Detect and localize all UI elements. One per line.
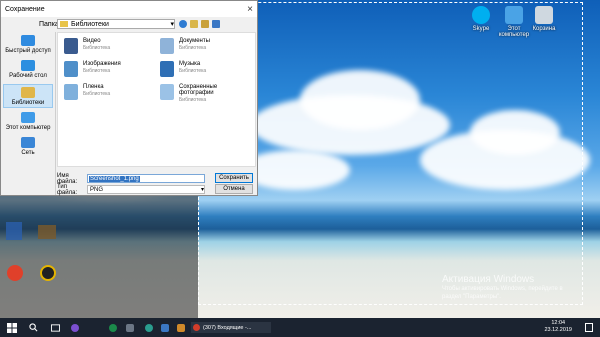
places-sidebar: Быстрый доступ Рабочий стол Библиотеки Э… [1, 32, 56, 195]
taskbar-clock[interactable]: 12:04 23.12.2019 [544, 320, 572, 334]
library-video[interactable]: Видео Библиотека [64, 38, 154, 58]
place-network[interactable]: Сеть [3, 137, 53, 156]
documents-library-icon [160, 38, 174, 54]
recycle-bin-icon [535, 6, 553, 24]
taskbar-task-inbox[interactable]: (307) Входящие -... [191, 322, 271, 333]
archive-icon[interactable] [38, 225, 56, 239]
filename-row: Имя файла: Screenshot_1.png [57, 173, 205, 185]
search-icon[interactable] [28, 322, 38, 333]
app-icon-gray[interactable] [125, 322, 135, 333]
path-value: Библиотеки [71, 20, 109, 28]
save-dialog: Сохранение × Папка: Библиотеки ▾ Быстрый… [0, 0, 258, 196]
filetype-label: Тип файла: [57, 183, 78, 196]
dialog-title: Сохранение [5, 5, 45, 13]
library-music[interactable]: Музыка Библиотека [160, 61, 250, 81]
view-menu-icon[interactable] [212, 20, 220, 28]
file-list: Видео Библиотека Документы Библиотека Изоб… [57, 32, 256, 167]
windows-start-icon[interactable] [6, 322, 18, 333]
music-library-icon [160, 61, 174, 77]
dialog-titlebar[interactable]: Сохранение × [1, 1, 257, 17]
filename-input[interactable]: Screenshot_1.png [87, 174, 205, 183]
pictures-library-icon [64, 61, 78, 77]
place-quick-access[interactable]: Быстрый доступ [3, 35, 53, 54]
skype-icon [472, 6, 490, 24]
path-dropdown[interactable]: Библиотеки ▾ [57, 19, 175, 29]
saved-pictures-library-icon [160, 84, 174, 100]
app-icon-yellow[interactable] [40, 265, 56, 281]
app-icon-red[interactable] [7, 265, 23, 281]
app-icon-orange[interactable] [176, 322, 186, 333]
new-folder-icon[interactable] [201, 20, 209, 28]
video-library-icon [64, 38, 78, 54]
network-icon [21, 137, 35, 148]
place-this-pc[interactable]: Этот компьютер [3, 112, 53, 131]
save-button[interactable]: Сохранить [215, 173, 253, 183]
app-icon-purple[interactable] [70, 322, 80, 333]
camera-roll-library-icon [64, 84, 78, 100]
library-camera-roll[interactable]: Пленка Библиотека [64, 84, 154, 104]
app-icon-green[interactable] [108, 322, 118, 333]
windows-activation-watermark: Активация Windows Чтобы активировать Win… [442, 274, 563, 300]
filetype-value: PNG [90, 186, 104, 193]
folder-icon [60, 21, 68, 27]
app-icon-blue[interactable] [160, 322, 170, 333]
back-icon[interactable] [179, 20, 187, 28]
library-pictures[interactable]: Изображения Библиотека [64, 61, 154, 81]
chevron-down-icon: ▾ [200, 187, 204, 193]
filename-value: Screenshot_1.png [89, 175, 140, 182]
computer-icon [21, 112, 35, 123]
place-libraries[interactable]: Библиотеки [3, 84, 53, 108]
chevron-down-icon: ▾ [170, 21, 174, 28]
desktop-icon-skype[interactable]: Skype [463, 6, 499, 32]
library-saved-pictures[interactable]: Сохраненные фотографии Библиотека [160, 84, 250, 104]
task-view-icon[interactable] [50, 322, 60, 333]
up-folder-icon[interactable] [190, 20, 198, 28]
filetype-row: Тип файла: PNG ▾ [57, 183, 205, 196]
notifications-icon[interactable] [584, 322, 594, 333]
filetype-select[interactable]: PNG ▾ [87, 185, 205, 194]
libraries-icon [21, 87, 35, 98]
computer-icon [505, 6, 523, 24]
close-icon[interactable]: × [247, 4, 253, 15]
path-label: Папка: [39, 20, 61, 28]
place-desktop[interactable]: Рабочий стол [3, 60, 53, 79]
document-icon[interactable] [6, 222, 22, 240]
desktop-icon-recycle-bin[interactable]: Корзина [526, 6, 562, 32]
browser-icon [193, 324, 200, 331]
cancel-button[interactable]: Отмена [215, 184, 253, 194]
app-icon-teal[interactable] [144, 322, 154, 333]
taskbar: (307) Входящие -... 12:04 23.12.2019 [0, 318, 600, 337]
star-icon [21, 35, 35, 46]
desktop-icon [21, 60, 35, 71]
library-documents[interactable]: Документы Библиотека [160, 38, 250, 58]
path-bar: Папка: Библиотеки ▾ [1, 17, 257, 31]
